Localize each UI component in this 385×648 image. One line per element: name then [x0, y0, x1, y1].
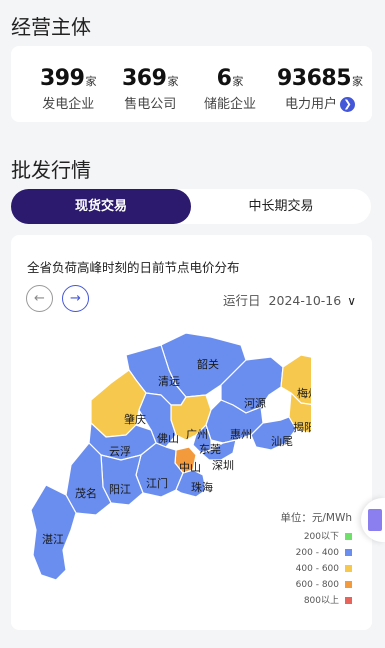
region-label: 茂名 [75, 486, 97, 500]
legend-label: 400 - 600 [295, 564, 339, 574]
region-label: 广州 [186, 428, 208, 441]
legend-item: 200 - 400 [280, 545, 352, 561]
region-label: 云浮 [109, 445, 131, 458]
legend-item: 400 - 600 [280, 561, 352, 577]
stat-unit: 家 [85, 75, 97, 88]
arrow-right-icon[interactable]: → [62, 285, 89, 312]
legend-swatch [345, 549, 352, 556]
stat-label: 电力用户 [285, 97, 338, 112]
region-label: 肇庆 [124, 412, 146, 426]
stat-value: 6 [216, 66, 232, 91]
guangdong-map: 韶关 清远 河源 梅州 潮州 肇庆 广州 惠州 揭阳 汕头 佛山 东莞 汕尾 云… [30, 332, 311, 581]
region-label: 清远 [158, 375, 180, 388]
region-label: 珠海 [191, 480, 213, 494]
legend-swatch [345, 533, 352, 540]
region-label: 湛江 [42, 533, 64, 546]
region-label: 佛山 [157, 432, 179, 445]
stat-power-users[interactable]: 93685家 电力用户 ❯ [277, 66, 363, 112]
map-title: 全省负荷高峰时刻的日前节点电价分布 [27, 260, 240, 275]
date-label: 运行日 [223, 293, 261, 308]
menu-icon [368, 509, 382, 531]
legend-swatch [345, 565, 352, 572]
legend-item: 800以上 [280, 593, 352, 609]
region-label: 中山 [179, 461, 201, 474]
legend-label: 600 - 800 [295, 580, 339, 590]
chevron-right-icon[interactable]: ❯ [340, 97, 356, 112]
stat-energy-storage[interactable]: 6家 储能企业 [204, 66, 256, 112]
legend-swatch [345, 581, 352, 588]
region-label: 阳江 [109, 483, 131, 496]
tab-spot-trading[interactable]: 现货交易 [11, 189, 191, 224]
legend-label: 200以下 [303, 532, 339, 542]
legend-title: 单位：元/MWh [280, 512, 352, 524]
arrow-left-icon[interactable]: ← [26, 285, 53, 312]
stat-value: 369 [122, 66, 167, 91]
legend-label: 800以上 [303, 596, 339, 606]
legend-swatch [345, 597, 352, 604]
price-map-card: 全省负荷高峰时刻的日前节点电价分布 ← → 运行日 2024-10-16 ∨ 韶… [11, 235, 372, 630]
stat-label: 售电公司 [124, 97, 177, 112]
stat-value: 399 [40, 66, 85, 91]
price-legend: 单位：元/MWh 200以下 200 - 400 400 - 600 600 -… [280, 510, 352, 609]
region-label: 梅州 [297, 386, 311, 400]
stat-power-generation[interactable]: 399家 发电企业 [40, 66, 96, 112]
date-value: 2024-10-16 [268, 293, 342, 308]
stat-label: 发电企业 [42, 97, 95, 112]
region-label: 揭阳 [293, 420, 311, 434]
overview-title: 经营主体 [11, 15, 91, 39]
stat-electricity-sales[interactable]: 369家 售电公司 [122, 66, 178, 112]
stat-unit: 家 [352, 75, 364, 88]
legend-label: 200 - 400 [295, 548, 339, 558]
trade-tabs: 现货交易 中长期交易 [11, 189, 371, 224]
region-label: 东莞 [199, 443, 221, 456]
stat-label: 储能企业 [204, 97, 257, 112]
region-label: 深圳 [212, 459, 234, 472]
region-label: 惠州 [230, 427, 252, 441]
stat-unit: 家 [232, 75, 244, 88]
region-label: 韶关 [197, 357, 219, 371]
stats-card: 399家 发电企业 369家 售电公司 6家 储能企业 93685家 电力用户 ❯ [11, 46, 372, 122]
wholesale-title: 批发行情 [11, 158, 91, 182]
date-selector[interactable]: 运行日 2024-10-16 ∨ [223, 290, 356, 309]
region-label: 汕尾 [271, 435, 293, 448]
tab-long-term-trading[interactable]: 中长期交易 [191, 189, 371, 224]
region-label: 江门 [146, 476, 168, 490]
legend-item: 200以下 [280, 529, 352, 545]
stat-value: 93685 [277, 66, 352, 91]
stat-unit: 家 [167, 75, 179, 88]
chevron-down-icon: ∨ [347, 294, 356, 308]
legend-item: 600 - 800 [280, 577, 352, 593]
region-label: 河源 [244, 396, 266, 410]
